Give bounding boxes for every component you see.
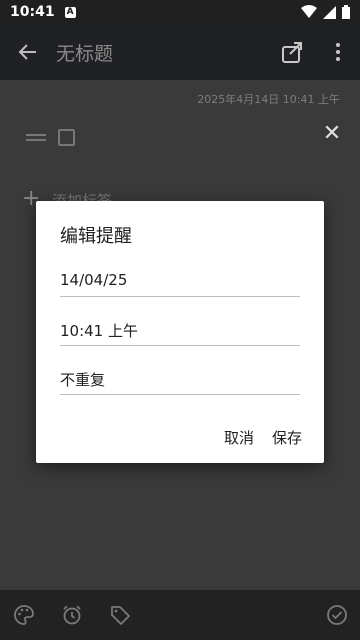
back-arrow-icon [18, 44, 36, 60]
status-time: 10:41 [10, 4, 55, 20]
status-icons [301, 5, 350, 19]
dialog-title: 编辑提醒 [60, 226, 132, 247]
checklist-checkbox[interactable] [58, 129, 75, 146]
time-field[interactable]: 10:41 上午 [60, 312, 300, 346]
drag-handle-icon[interactable] [26, 132, 46, 142]
bottom-toolbar [0, 590, 360, 640]
save-button[interactable]: 保存 [272, 427, 302, 448]
close-icon[interactable]: ✕ [322, 123, 342, 145]
cancel-button[interactable]: 取消 [224, 427, 254, 448]
edit-reminder-dialog: 编辑提醒 14/04/25 10:41 上午 不重复 取消 保存 [36, 201, 324, 463]
palette-icon[interactable] [13, 604, 35, 626]
check-circle-icon[interactable] [326, 604, 348, 626]
repeat-field[interactable]: 不重复 [60, 361, 300, 395]
more-vert-icon[interactable] [326, 36, 350, 68]
notification-icon: A [64, 6, 76, 18]
back-button[interactable] [0, 24, 56, 80]
share-icon[interactable] [278, 38, 306, 66]
app-bar: 无标题 [0, 24, 360, 80]
wifi-icon [301, 5, 317, 18]
date-field[interactable]: 14/04/25 [60, 263, 300, 297]
signal-icon [323, 6, 336, 19]
status-bar: 10:41 A [0, 0, 360, 24]
battery-icon [342, 5, 350, 19]
note-date: 2025年4月14日 10:41 上午 [197, 93, 340, 106]
tag-icon[interactable] [109, 604, 131, 626]
alarm-icon[interactable] [61, 604, 83, 626]
note-title[interactable]: 无标题 [56, 39, 113, 66]
